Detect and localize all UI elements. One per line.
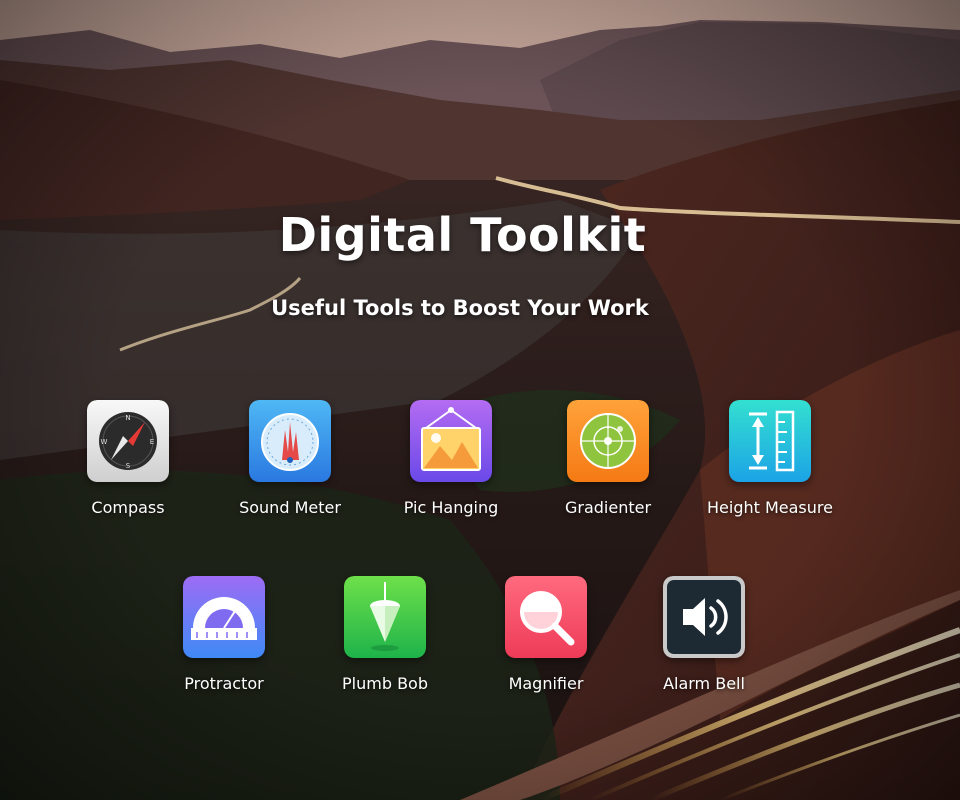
compass-icon: N E S W xyxy=(87,400,169,482)
page-title: Digital Toolkit xyxy=(278,208,647,262)
compass-letter-w: W xyxy=(101,438,108,446)
tool-pic-hanging[interactable]: Pic Hanging xyxy=(376,400,526,517)
tool-height-measure[interactable]: Height Measure xyxy=(695,400,845,517)
level-icon xyxy=(567,400,649,482)
compass-letter-s: S xyxy=(126,462,131,470)
tool-magnifier[interactable]: Magnifier xyxy=(471,576,621,693)
protractor-icon xyxy=(183,576,265,658)
tool-plumb-bob[interactable]: Plumb Bob xyxy=(310,576,460,693)
sound-meter-icon xyxy=(249,400,331,482)
tool-label: Compass xyxy=(91,498,165,517)
plumb-bob-icon xyxy=(344,576,426,658)
tool-compass[interactable]: N E S W Compass xyxy=(53,400,203,517)
picture-frame-icon xyxy=(410,400,492,482)
page-subtitle: Useful Tools to Boost Your Work xyxy=(271,296,649,320)
tool-label: Magnifier xyxy=(508,674,584,693)
tool-label: Sound Meter xyxy=(239,498,341,517)
tool-label: Plumb Bob xyxy=(342,674,428,693)
tool-sound-meter[interactable]: Sound Meter xyxy=(215,400,365,517)
tool-protractor[interactable]: Protractor xyxy=(149,576,299,693)
compass-letter-n: N xyxy=(125,414,130,422)
tool-label: Height Measure xyxy=(707,498,833,517)
tool-alarm-bell[interactable]: Alarm Bell xyxy=(629,576,779,693)
tool-label: Alarm Bell xyxy=(663,674,745,693)
ruler-icon xyxy=(729,400,811,482)
speaker-icon xyxy=(663,576,745,658)
tool-label: Gradienter xyxy=(564,498,652,517)
toolkit-screen: Digital Toolkit Useful Tools to Boost Yo… xyxy=(0,0,960,800)
compass-letter-e: E xyxy=(150,438,154,446)
tool-label: Protractor xyxy=(184,674,264,693)
tool-gradienter[interactable]: Gradienter xyxy=(533,400,683,517)
tool-label: Pic Hanging xyxy=(403,498,499,517)
magnifier-icon xyxy=(505,576,587,658)
